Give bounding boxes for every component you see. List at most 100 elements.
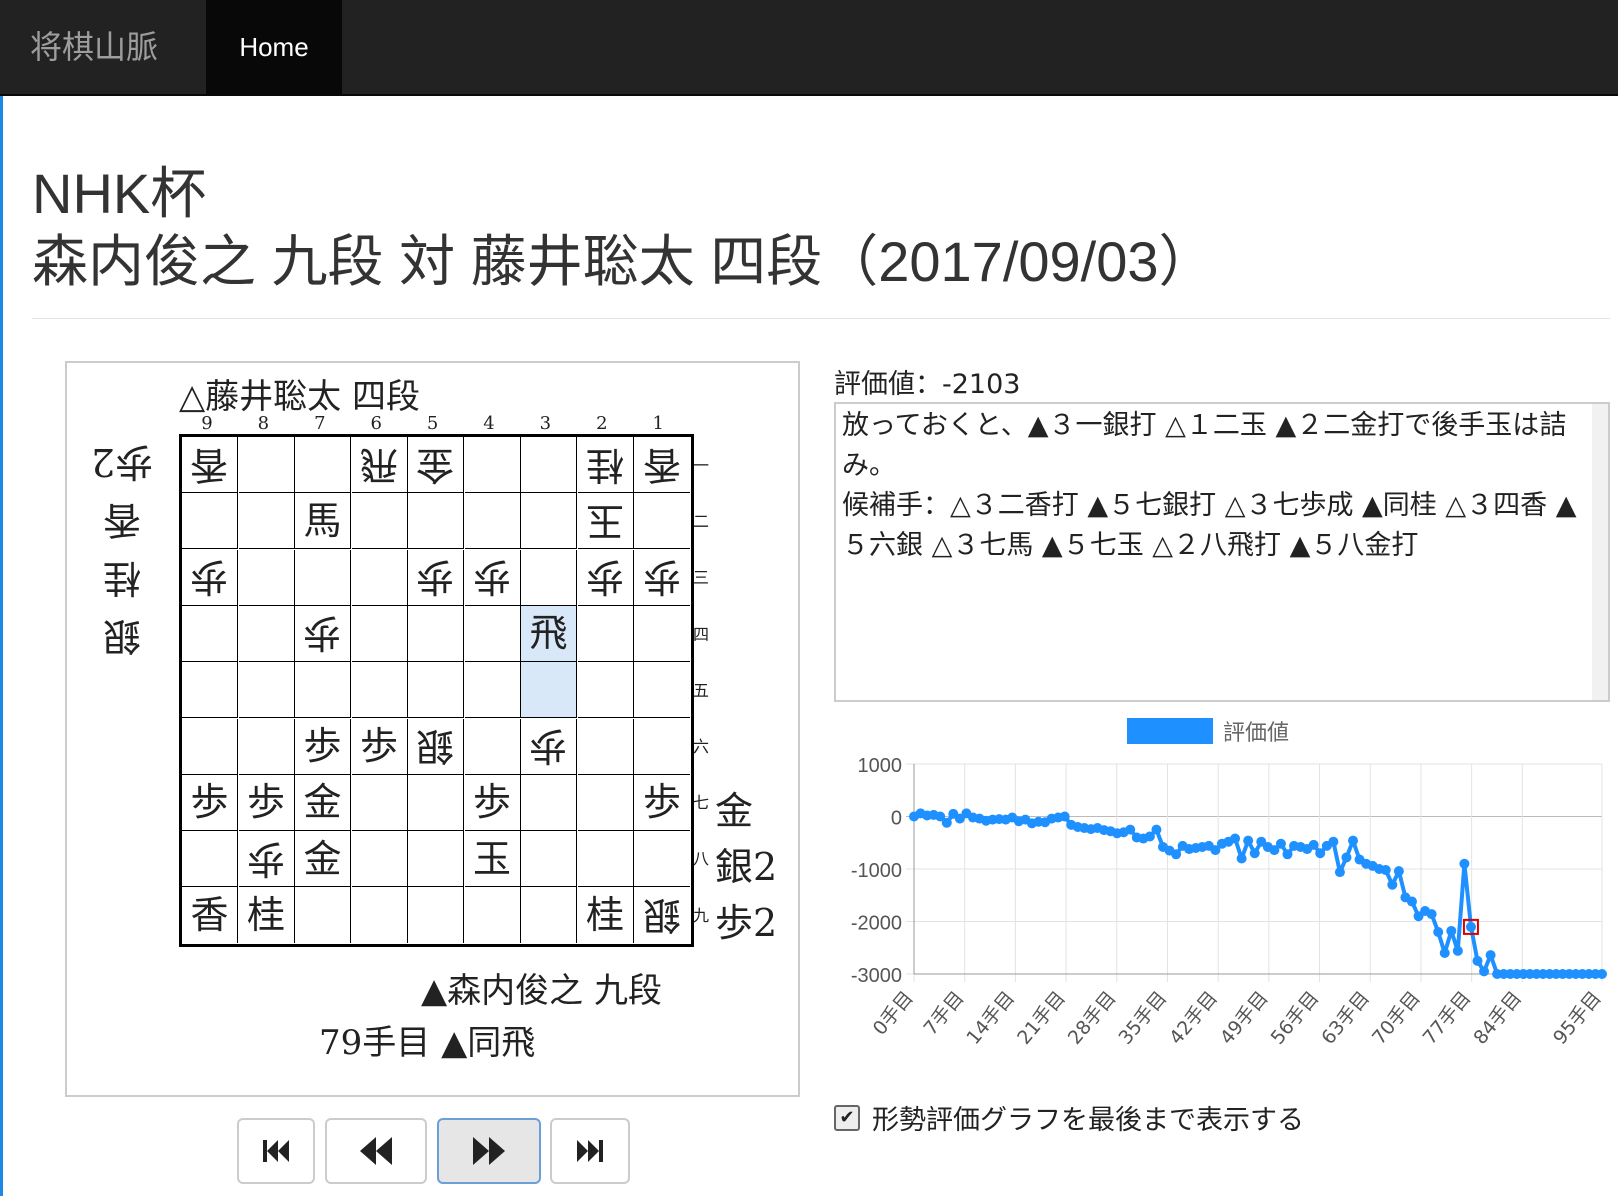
board-square[interactable]: 玉 <box>464 831 521 888</box>
board-square[interactable]: 香 <box>182 887 238 944</box>
board-square[interactable]: 桂 <box>578 887 634 944</box>
gote-piece[interactable]: 銀 <box>416 724 454 768</box>
board-square[interactable] <box>238 605 295 662</box>
first-move-button[interactable] <box>237 1118 315 1184</box>
board-square[interactable]: 桂 <box>239 887 295 944</box>
board-square[interactable] <box>352 887 408 944</box>
nav-home-link[interactable]: Home <box>206 0 342 94</box>
gote-piece[interactable]: 飛 <box>360 443 398 487</box>
board-square[interactable] <box>182 605 238 662</box>
board-square[interactable] <box>408 493 464 550</box>
gote-piece[interactable]: 歩 <box>586 555 624 599</box>
gote-piece[interactable]: 歩 <box>247 837 285 881</box>
board-square[interactable]: 金 <box>295 774 351 831</box>
sente-piece[interactable]: 歩 <box>643 783 681 821</box>
evaluation-chart[interactable]: 評価値 1000 0 -1000 -2000 -30000手目 7手目14手目21手目28手… <box>834 712 1610 1072</box>
board-square[interactable] <box>182 662 238 719</box>
sente-piece[interactable]: 歩 <box>360 727 398 765</box>
board-square[interactable] <box>634 719 690 775</box>
board-square[interactable] <box>464 493 521 550</box>
board-square[interactable] <box>238 549 295 606</box>
gote-piece[interactable]: 歩 <box>643 555 681 599</box>
sente-piece[interactable]: 桂 <box>586 896 624 934</box>
show-full-graph-option[interactable]: ✔ 形勢評価グラフを最後まで表示する <box>834 1098 1304 1137</box>
board-square[interactable] <box>464 662 521 719</box>
gote-piece[interactable]: 香 <box>190 443 228 487</box>
board-square[interactable] <box>634 606 690 662</box>
board-square[interactable]: 歩 <box>634 550 690 606</box>
sente-piece[interactable]: 桂 <box>247 896 285 934</box>
board-square[interactable] <box>465 887 521 944</box>
last-move-button[interactable] <box>550 1118 630 1184</box>
board-square[interactable] <box>408 831 464 888</box>
board-square[interactable]: 歩 <box>182 774 238 831</box>
board-square[interactable] <box>182 831 238 888</box>
board-square[interactable]: 飛 <box>521 605 577 662</box>
sente-piece[interactable]: 歩 <box>247 783 285 821</box>
board-square[interactable]: 香 <box>634 437 690 493</box>
board-square[interactable]: 玉 <box>577 493 634 550</box>
board-square[interactable] <box>521 887 577 944</box>
sente-piece[interactable]: 玉 <box>473 840 511 878</box>
board-square[interactable]: 歩 <box>408 549 464 606</box>
board-square[interactable]: 金 <box>408 437 464 493</box>
board-square[interactable] <box>351 774 408 831</box>
board-square[interactable]: 馬 <box>295 493 351 550</box>
gote-piece[interactable]: 玉 <box>586 499 624 543</box>
board-square[interactable]: 歩 <box>464 549 521 606</box>
board-square[interactable] <box>182 718 238 775</box>
gote-piece[interactable]: 香 <box>643 443 681 487</box>
board-square[interactable] <box>238 437 295 493</box>
board-square[interactable] <box>521 493 577 550</box>
board-square[interactable] <box>521 774 577 831</box>
board-square[interactable] <box>238 662 295 719</box>
board-square[interactable] <box>521 831 577 888</box>
board-square[interactable] <box>464 605 521 662</box>
sente-piece[interactable]: 馬 <box>303 502 341 540</box>
gote-piece[interactable]: 歩 <box>416 555 454 599</box>
board-square[interactable]: 歩 <box>182 549 238 606</box>
sente-piece[interactable]: 歩 <box>303 727 341 765</box>
gote-piece[interactable]: 歩 <box>190 555 228 599</box>
board-square[interactable] <box>634 493 690 550</box>
sente-piece[interactable]: 歩 <box>190 783 228 821</box>
board-square[interactable] <box>464 718 521 775</box>
board-square[interactable] <box>351 605 408 662</box>
board-square[interactable] <box>408 662 464 719</box>
brand-logo[interactable]: 将棋山脈 <box>30 22 158 68</box>
board-square[interactable]: 銀 <box>634 887 690 943</box>
board-square[interactable] <box>295 549 351 606</box>
board-square[interactable] <box>521 437 577 493</box>
gote-piece[interactable]: 歩 <box>473 555 511 599</box>
board-square[interactable]: 飛 <box>351 437 408 493</box>
board-square[interactable]: 金 <box>295 831 351 888</box>
comment-scrollbar[interactable] <box>1592 404 1608 700</box>
sente-piece[interactable]: 飛 <box>529 614 567 652</box>
board-square[interactable] <box>521 662 577 719</box>
board-square[interactable] <box>464 437 521 493</box>
board-square[interactable] <box>408 887 464 944</box>
board-square[interactable] <box>351 662 408 719</box>
board-square[interactable] <box>351 831 408 888</box>
board-square[interactable] <box>577 605 634 662</box>
board-square[interactable]: 歩 <box>577 549 634 606</box>
board-square[interactable] <box>408 774 464 831</box>
board-square[interactable] <box>295 662 351 719</box>
gote-piece[interactable]: 桂 <box>586 443 624 487</box>
board-square[interactable] <box>634 662 690 719</box>
previous-move-button[interactable] <box>325 1118 427 1184</box>
board-square[interactable]: 歩 <box>238 831 295 888</box>
board-square[interactable] <box>238 718 295 775</box>
board-square[interactable] <box>577 774 634 831</box>
board-square[interactable]: 歩 <box>351 718 408 775</box>
sente-piece[interactable]: 金 <box>303 840 341 878</box>
sente-piece[interactable]: 歩 <box>473 783 511 821</box>
board-square[interactable] <box>408 605 464 662</box>
board-square[interactable] <box>182 493 238 550</box>
board-square[interactable]: 歩 <box>521 718 577 775</box>
board-square[interactable] <box>351 493 408 550</box>
board-square[interactable] <box>521 549 577 606</box>
board-square[interactable]: 歩 <box>634 775 690 831</box>
sente-piece[interactable]: 金 <box>303 783 341 821</box>
board-square[interactable] <box>351 549 408 606</box>
